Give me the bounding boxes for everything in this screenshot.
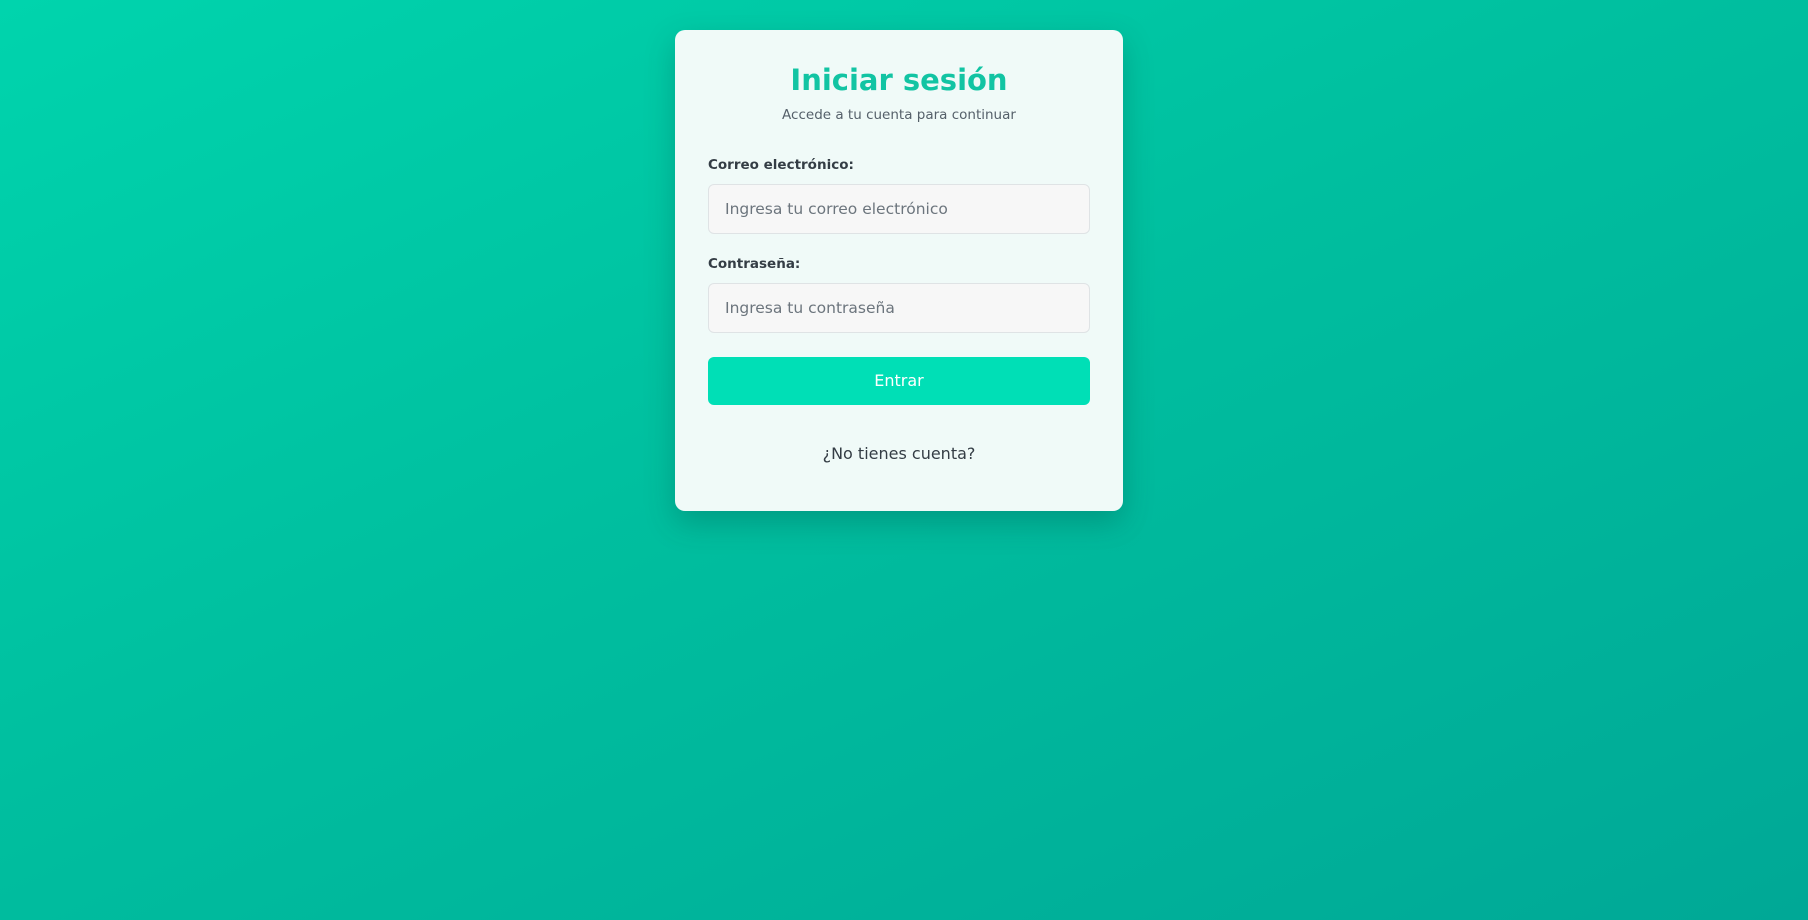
password-field[interactable] xyxy=(708,282,1090,333)
page-title: Iniciar sesión xyxy=(790,63,1008,97)
email-label: Correo electrónico: xyxy=(708,156,854,173)
password-label: Contraseña: xyxy=(708,255,801,272)
signup-link[interactable]: ¿No tienes cuenta? xyxy=(708,444,1090,463)
email-field[interactable] xyxy=(708,183,1090,234)
login-button[interactable]: Entrar xyxy=(708,356,1090,405)
login-card: Iniciar sesión Accede a tu cuenta para c… xyxy=(675,30,1123,511)
page-subtitle: Accede a tu cuenta para continuar xyxy=(782,106,1016,123)
